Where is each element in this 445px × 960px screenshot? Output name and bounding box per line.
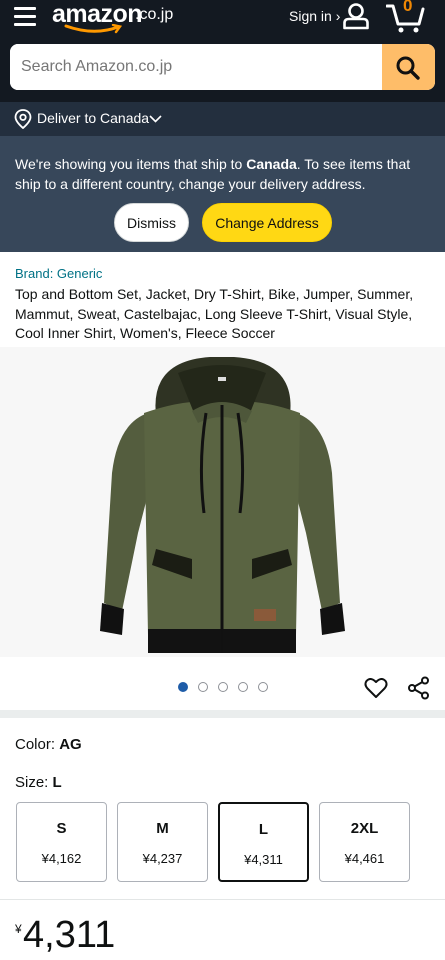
search-bar [10, 44, 435, 90]
carousel-dot[interactable] [238, 682, 248, 692]
size-selector-label: Size: L [15, 774, 62, 791]
size-option-name: L [258, 821, 269, 838]
share-icon[interactable] [407, 676, 431, 700]
size-option-m[interactable]: M ¥4,237 [117, 802, 208, 882]
color-selector-label: Color: AG [15, 736, 82, 753]
search-button[interactable] [382, 44, 435, 90]
selected-size: L [52, 774, 62, 791]
carousel-dot[interactable] [218, 682, 228, 692]
section-divider [0, 710, 445, 718]
price-value: 4,311 [23, 914, 116, 956]
size-option-price: ¥4,237 [142, 851, 183, 866]
chevron-down-icon [149, 115, 162, 123]
section-divider [0, 899, 445, 900]
deliver-to-bar[interactable]: Deliver to Canada [0, 102, 445, 136]
carousel-dot[interactable] [178, 682, 188, 692]
notice-country: Canada [246, 156, 297, 172]
selected-color: AG [59, 736, 82, 753]
size-option-name: S [56, 820, 67, 837]
amazon-smile-icon [64, 24, 123, 34]
shipping-notice: We're showing you items that ship to Can… [0, 136, 445, 252]
size-option-name: 2XL [350, 820, 379, 837]
location-pin-icon [14, 109, 32, 129]
size-option-price: ¥4,311 [244, 852, 283, 867]
dismiss-button[interactable]: Dismiss [114, 203, 189, 242]
size-option-2xl[interactable]: 2XL ¥4,461 [319, 802, 410, 882]
currency-symbol: ¥ [15, 922, 22, 936]
carousel-dot[interactable] [198, 682, 208, 692]
menu-icon[interactable] [14, 4, 38, 28]
cart-count: 0 [403, 0, 413, 15]
size-option-price: ¥4,162 [41, 851, 82, 866]
product-title: Top and Bottom Set, Jacket, Dry T-Shirt,… [15, 286, 414, 341]
search-input[interactable] [10, 44, 382, 90]
brand-link[interactable]: Brand: Generic [15, 266, 102, 281]
sign-in-link[interactable]: Sign in › [289, 8, 340, 24]
user-icon[interactable] [342, 2, 370, 30]
product-image-carousel[interactable] [0, 347, 445, 657]
size-option-price: ¥4,461 [344, 851, 385, 866]
change-address-button[interactable]: Change Address [202, 203, 332, 242]
search-icon [396, 56, 420, 80]
size-option-name: M [156, 820, 169, 837]
size-option-s[interactable]: S ¥4,162 [16, 802, 107, 882]
size-option-l[interactable]: L ¥4,311 [218, 802, 309, 882]
shipping-notice-text: We're showing you items that ship to Can… [15, 156, 411, 192]
carousel-dot[interactable] [258, 682, 268, 692]
logo-domain: .co.jp [135, 6, 174, 23]
deliver-location: Deliver to Canada [37, 110, 150, 126]
cart-button[interactable]: 0 [386, 0, 426, 34]
heart-icon[interactable] [364, 677, 388, 699]
product-image [100, 357, 345, 653]
top-header: amazon .co.jp Sign in › 0 [0, 0, 445, 102]
